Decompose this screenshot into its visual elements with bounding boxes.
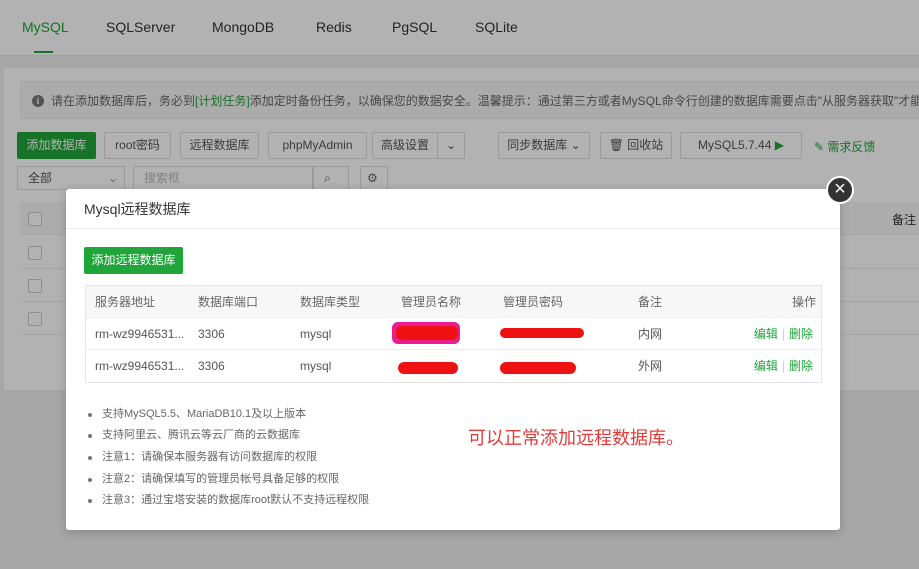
modal-title: Mysql远程数据库	[66, 189, 840, 229]
remote-db-table: 服务器地址 数据库端口 数据库类型 管理员名称 管理员密码 备注 操作 rm-w…	[85, 285, 822, 383]
table-row: rm-wz9946531... 3306 mysql 内网 编辑 | 删除	[86, 318, 821, 350]
redaction-mark	[500, 328, 584, 338]
list-item: 注意3：通过宝塔安装的数据库root默认不支持远程权限	[88, 491, 408, 509]
list-item: 支持MySQL5.5、MariaDB10.1及以上版本	[88, 405, 408, 423]
annotation-text: 可以正常添加远程数据库。	[468, 428, 684, 449]
remark-cell: 外网	[638, 359, 663, 373]
remark-cell: 内网	[638, 327, 663, 341]
remote-db-table-header: 服务器地址 数据库端口 数据库类型 管理员名称 管理员密码 备注 操作	[86, 286, 821, 318]
redaction-mark	[396, 326, 458, 340]
edit-link[interactable]: 编辑	[754, 327, 778, 341]
row-actions: 编辑 | 删除	[753, 359, 813, 373]
host-cell: rm-wz9946531...	[95, 359, 185, 373]
header-type: 数据库类型	[300, 295, 361, 309]
table-row: rm-wz9946531... 3306 mysql 外网 编辑 | 删除	[86, 350, 821, 382]
header-remark: 备注	[638, 295, 663, 309]
delete-link[interactable]: 删除	[789, 359, 813, 373]
note-text: 支持阿里云、腾讯云等云厂商的云数据库	[102, 429, 300, 441]
redaction-mark	[500, 362, 576, 374]
add-remote-db-button[interactable]: 添加远程数据库	[84, 247, 183, 274]
delete-link[interactable]: 删除	[789, 327, 813, 341]
header-port: 数据库端口	[198, 295, 259, 309]
header-host: 服务器地址	[95, 295, 156, 309]
header-admin-name: 管理员名称	[401, 295, 462, 309]
edit-link[interactable]: 编辑	[754, 359, 778, 373]
list-item: 支持阿里云、腾讯云等云厂商的云数据库	[88, 426, 408, 444]
list-item: 注意2：请确保填写的管理员帐号具备足够的权限	[88, 470, 408, 488]
note-text: 注意2：请确保填写的管理员帐号具备足够的权限	[102, 473, 340, 485]
type-cell: mysql	[300, 359, 332, 373]
header-actions: 操作	[792, 295, 817, 309]
host-cell: rm-wz9946531...	[95, 327, 185, 341]
note-text: 注意1：请确保本服务器有访问数据库的权限	[102, 451, 318, 463]
note-text: 注意3：通过宝塔安装的数据库root默认不支持远程权限	[102, 494, 370, 506]
port-cell: 3306	[198, 327, 225, 341]
type-cell: mysql	[300, 327, 332, 341]
note-text: 支持MySQL5.5、MariaDB10.1及以上版本	[102, 408, 307, 420]
close-icon[interactable]: ×	[826, 176, 854, 204]
remote-db-modal: Mysql远程数据库 添加远程数据库 服务器地址 数据库端口 数据库类型 管理员…	[66, 189, 840, 530]
list-item: 注意1：请确保本服务器有访问数据库的权限	[88, 448, 408, 466]
row-actions: 编辑 | 删除	[753, 327, 813, 341]
redaction-mark	[398, 362, 458, 374]
header-admin-password: 管理员密码	[503, 295, 564, 309]
port-cell: 3306	[198, 359, 225, 373]
